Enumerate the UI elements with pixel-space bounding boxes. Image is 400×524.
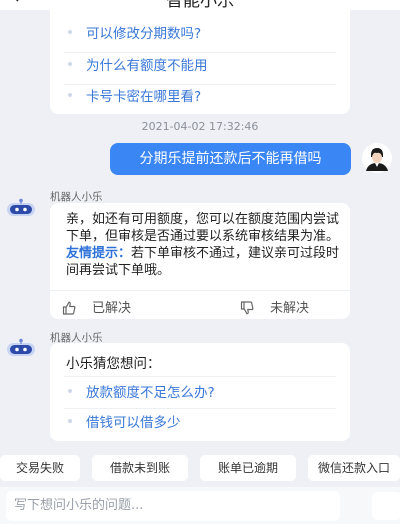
bullet-dot-icon xyxy=(68,30,72,34)
bullet-dot-icon xyxy=(68,93,72,97)
faq-item[interactable]: 可以修改分期数吗? xyxy=(68,25,201,43)
bot-name-label: 机器人小乐 xyxy=(50,191,103,203)
guess-item[interactable]: 放款额度不足怎么办? xyxy=(68,384,215,402)
thumbs-up-icon xyxy=(62,301,76,315)
divider xyxy=(64,376,336,377)
answer-text: 亲，如还有可用额度，您可以在额度范围内尝试下单，但审核是否通过要以系统审核结果为… xyxy=(66,211,342,279)
message-timestamp: 2021-04-02 17:32:46 xyxy=(141,120,259,133)
resolved-label: 已解决 xyxy=(92,301,132,316)
input-bar: 写下想问小乐的问题... xyxy=(0,487,400,524)
guess-item-label: 借钱可以借多少 xyxy=(86,415,181,431)
unresolved-button[interactable]: 未解决 xyxy=(240,297,309,316)
resolved-button[interactable]: 已解决 xyxy=(62,297,131,316)
divider xyxy=(64,52,336,53)
top-bar: 智能小乐 xyxy=(0,0,400,11)
user-avatar-icon xyxy=(362,143,392,173)
quick-action-chip[interactable]: 账单已逾期 xyxy=(200,455,296,481)
divider xyxy=(64,84,336,85)
divider xyxy=(64,408,336,409)
guess-item[interactable]: 借钱可以借多少 xyxy=(68,414,181,432)
quick-action-chip[interactable]: 借款未到账 xyxy=(92,455,188,481)
quick-actions-bar: 交易失败 借款未到账 账单已逾期 微信还款入口 xyxy=(0,455,400,481)
bot-answer-card: 亲，如还有可用额度，您可以在额度范围内尝试下单，但审核是否通过要以系统审核结果为… xyxy=(50,203,350,319)
faq-item-label: 可以修改分期数吗? xyxy=(86,26,202,42)
answer-body: 亲，如还有可用额度，您可以在额度范围内尝试下单，但审核是否通过要以系统审核结果为… xyxy=(66,212,340,244)
quick-action-chip[interactable]: 交易失败 xyxy=(0,455,80,481)
faq-list-card: 可以修改分期数吗? 为什么有额度不能用 卡号卡密在哪里看? xyxy=(50,10,350,114)
robot-avatar-icon xyxy=(6,338,36,360)
quick-action-chip[interactable]: 微信还款入口 xyxy=(308,455,400,481)
thumbs-down-icon xyxy=(240,300,254,314)
bullet-dot-icon xyxy=(68,389,72,393)
send-button[interactable] xyxy=(372,492,400,520)
faq-item-label: 为什么有额度不能用 xyxy=(86,58,208,74)
guess-title: 小乐猜您想问： xyxy=(66,356,161,372)
guess-item-label: 放款额度不足怎么办? xyxy=(86,385,215,401)
robot-avatar-icon xyxy=(6,198,36,220)
user-message-bubble: 分期乐提前还款后不能再借吗 xyxy=(110,143,351,175)
tip-label: 友情提示： xyxy=(66,246,132,261)
bullet-dot-icon xyxy=(68,62,72,66)
faq-item[interactable]: 为什么有额度不能用 xyxy=(68,57,208,75)
question-input[interactable]: 写下想问小乐的问题... xyxy=(6,491,340,521)
divider xyxy=(50,290,350,291)
faq-item-label: 卡号卡密在哪里看? xyxy=(86,89,202,105)
faq-item[interactable]: 卡号卡密在哪里看? xyxy=(68,88,201,106)
guess-card: 小乐猜您想问： 放款额度不足怎么办? 借钱可以借多少 xyxy=(50,343,350,441)
bullet-dot-icon xyxy=(68,419,72,423)
unresolved-label: 未解决 xyxy=(270,301,310,316)
